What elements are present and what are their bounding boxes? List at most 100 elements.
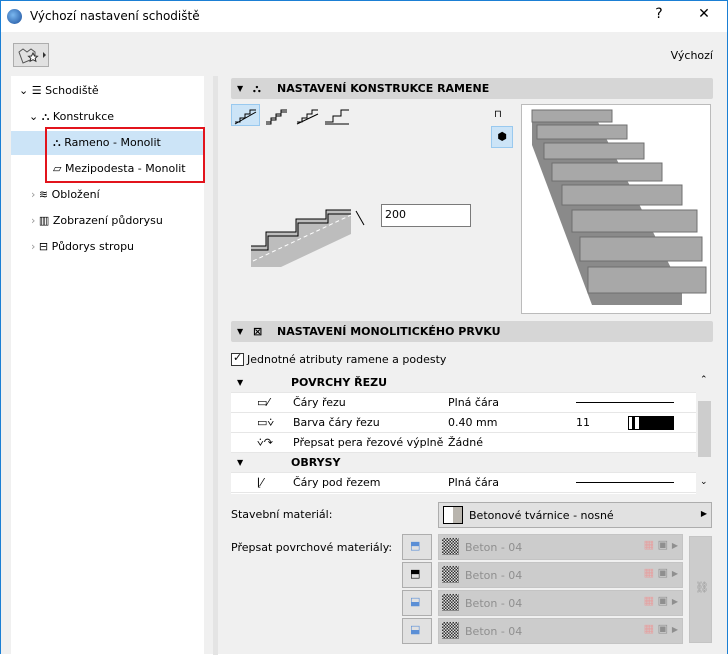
table-row[interactable]: ⩒↷ Přepsat pera řezové výplně Žádné bbox=[231, 433, 696, 453]
arrow-right-icon: ▶ bbox=[671, 541, 678, 550]
surface-material-field[interactable]: Beton - 04 ▦ ▣ ▶ bbox=[438, 534, 683, 560]
table-row[interactable]: ▭⁄ Čáry řezu Plná čára bbox=[231, 393, 696, 413]
stair-section-diagram bbox=[251, 209, 365, 267]
table-row[interactable]: ⌊⁄ Čáry pod řezem Plná čára bbox=[231, 473, 696, 493]
attributes-table: ▼ POVRCHY ŘEZU ▭⁄ Čáry řezu Plná čára ▭⩒ Bar… bbox=[231, 373, 696, 494]
collapse-arrow-icon[interactable]: ▼ bbox=[237, 373, 243, 393]
chevron-down-icon[interactable]: ⌄ bbox=[29, 110, 38, 123]
material-swatch-icon bbox=[443, 506, 463, 524]
floor-plan-icon: ▥ bbox=[38, 214, 50, 227]
flight-type-2[interactable] bbox=[266, 109, 287, 125]
override-pen-icon: ⩒↷ bbox=[257, 436, 273, 449]
arrow-right-icon: ▶ bbox=[700, 509, 707, 518]
dialog-window: Výchozí nastavení schodiště ? ✕ Výchozí … bbox=[0, 0, 728, 655]
top-surface-icon: ⬒ bbox=[410, 539, 421, 552]
stair-structure-icon: ⛬ bbox=[41, 110, 50, 123]
monolith-settings-icon: ⊠ bbox=[253, 325, 263, 338]
texture-grid-icon: ▦ bbox=[643, 622, 654, 635]
link-surfaces-button[interactable]: ⛓ bbox=[689, 536, 712, 643]
tree-item-konstrukce[interactable]: ⌄ ⛬ Konstrukce bbox=[29, 105, 114, 129]
table-scrollbar[interactable]: ⌃ ⌄ bbox=[698, 373, 711, 494]
flight-type-4[interactable] bbox=[325, 109, 349, 125]
texture-grid-icon: ▦ bbox=[643, 538, 654, 551]
highlight-box bbox=[45, 127, 205, 183]
bottom-surface-icon: ⬓ bbox=[410, 623, 421, 636]
chevron-down-icon[interactable]: ⌄ bbox=[19, 84, 28, 97]
pen-color-icon: ▭⩒ bbox=[257, 416, 275, 429]
scrollbar-thumb[interactable] bbox=[698, 401, 711, 457]
outline-line-icon: ⌊⁄ bbox=[257, 476, 264, 489]
collapse-arrow-icon[interactable]: ▼ bbox=[237, 78, 243, 99]
table-row[interactable]: ▭⩒ Barva čáry řezu 0.40 mm 11 bbox=[231, 413, 696, 433]
image-icon: ▣ bbox=[657, 566, 668, 579]
section-header-monolithic[interactable]: ▼ ⊠ NASTAVENÍ MONOLITICKÉHO PRVKU bbox=[231, 321, 713, 342]
surface-top-button[interactable]: ⬒ bbox=[402, 534, 432, 560]
tree-item-zobrazeni-pudorysu[interactable]: › ▥ Zobrazení půdorysu bbox=[31, 209, 163, 233]
tree-item-pudorys-stropu[interactable]: › ⊟ Půdorys stropu bbox=[31, 235, 134, 259]
3d-preview bbox=[521, 104, 711, 314]
collapse-arrow-icon[interactable]: ▼ bbox=[237, 453, 243, 473]
arrow-right-icon: ▶ bbox=[671, 569, 678, 578]
material-texture-icon bbox=[442, 538, 459, 555]
window-title: Výchozí nastavení schodiště bbox=[30, 9, 200, 23]
edge-surface-icon: ⬓ bbox=[410, 595, 421, 608]
chevron-right-icon[interactable]: › bbox=[31, 240, 35, 253]
surface-edge-button[interactable]: ⬓ bbox=[402, 590, 432, 616]
ceiling-plan-icon: ⊟ bbox=[38, 240, 49, 253]
title-bar: Výchozí nastavení schodiště ? ✕ bbox=[1, 1, 727, 32]
surface-side-button[interactable]: ⬒ bbox=[402, 562, 432, 588]
tree-item-oblozeni[interactable]: › ≋ Obložení bbox=[31, 183, 100, 207]
pen-sample[interactable] bbox=[628, 416, 674, 430]
scroll-down-icon[interactable]: ⌄ bbox=[700, 477, 708, 487]
building-material-label: Stavební materiál: bbox=[231, 508, 333, 521]
material-texture-icon bbox=[442, 566, 459, 583]
material-texture-icon bbox=[442, 594, 459, 611]
tree-item-schodiste[interactable]: ⌄ ☰ Schodiště bbox=[19, 79, 99, 103]
arrow-right-icon: ▶ bbox=[671, 597, 678, 606]
close-button[interactable]: ✕ bbox=[689, 6, 719, 22]
building-material-selector[interactable]: Betonové tvárnice - nosné ▶ bbox=[438, 502, 712, 528]
checkmark-icon: ✓ bbox=[233, 351, 243, 364]
line-type-sample bbox=[576, 402, 674, 403]
stair-icon: ☰ bbox=[31, 84, 42, 97]
collapse-arrow-icon[interactable]: ▼ bbox=[237, 321, 243, 342]
material-texture-icon bbox=[442, 622, 459, 639]
stair-star-icon bbox=[18, 48, 46, 64]
texture-grid-icon: ▦ bbox=[643, 566, 654, 579]
cube-icon: ⬢ bbox=[497, 130, 507, 143]
preset-name: Výchozí bbox=[670, 49, 713, 62]
thickness-input[interactable]: 200 bbox=[381, 204, 471, 227]
chain-link-icon: ⛓ bbox=[695, 581, 709, 594]
image-icon: ▣ bbox=[657, 538, 668, 551]
cladding-icon: ≋ bbox=[38, 188, 49, 201]
override-surfaces-label: Přepsat povrchové materiály: bbox=[231, 541, 393, 554]
group-row-cut-surfaces[interactable]: ▼ POVRCHY ŘEZU bbox=[231, 373, 696, 393]
cut-line-icon: ▭⁄ bbox=[257, 396, 270, 409]
panel-splitter[interactable] bbox=[213, 76, 218, 655]
side-surface-icon: ⬒ bbox=[410, 567, 421, 580]
3d-view-toggle[interactable]: ⬢ bbox=[491, 126, 513, 148]
uniform-attributes-label: Jednotné atributy ramene a podesty bbox=[247, 353, 447, 366]
surface-material-field[interactable]: Beton - 04 ▦ ▣ ▶ bbox=[438, 618, 683, 644]
image-icon: ▣ bbox=[657, 622, 668, 635]
flight-type-selector bbox=[231, 104, 349, 126]
flight-icon: ⛬ bbox=[253, 82, 261, 95]
scroll-up-icon[interactable]: ⌃ bbox=[700, 375, 708, 385]
chevron-right-icon[interactable]: › bbox=[31, 188, 35, 201]
section-header-flight-structure[interactable]: ▼ ⛬ NASTAVENÍ KONSTRUKCE RAMENE bbox=[231, 78, 713, 99]
archicad-logo-icon bbox=[7, 9, 22, 24]
group-row-outlines[interactable]: ▼ OBRYSY bbox=[231, 453, 696, 473]
chevron-right-icon[interactable]: › bbox=[31, 214, 35, 227]
arrow-right-icon: ▶ bbox=[671, 625, 678, 634]
surface-bottom-button[interactable]: ⬓ bbox=[402, 618, 432, 644]
surface-material-field[interactable]: Beton - 04 ▦ ▣ ▶ bbox=[438, 590, 683, 616]
flight-type-3[interactable] bbox=[296, 109, 319, 125]
line-type-sample bbox=[576, 482, 674, 483]
image-icon: ▣ bbox=[657, 594, 668, 607]
help-button[interactable]: ? bbox=[644, 6, 674, 22]
base-icon[interactable]: ⊓ bbox=[494, 109, 502, 120]
favorites-button[interactable] bbox=[13, 43, 49, 67]
surface-material-field[interactable]: Beton - 04 ▦ ▣ ▶ bbox=[438, 562, 683, 588]
texture-grid-icon: ▦ bbox=[643, 594, 654, 607]
uniform-attributes-checkbox[interactable]: ✓ bbox=[231, 351, 244, 366]
